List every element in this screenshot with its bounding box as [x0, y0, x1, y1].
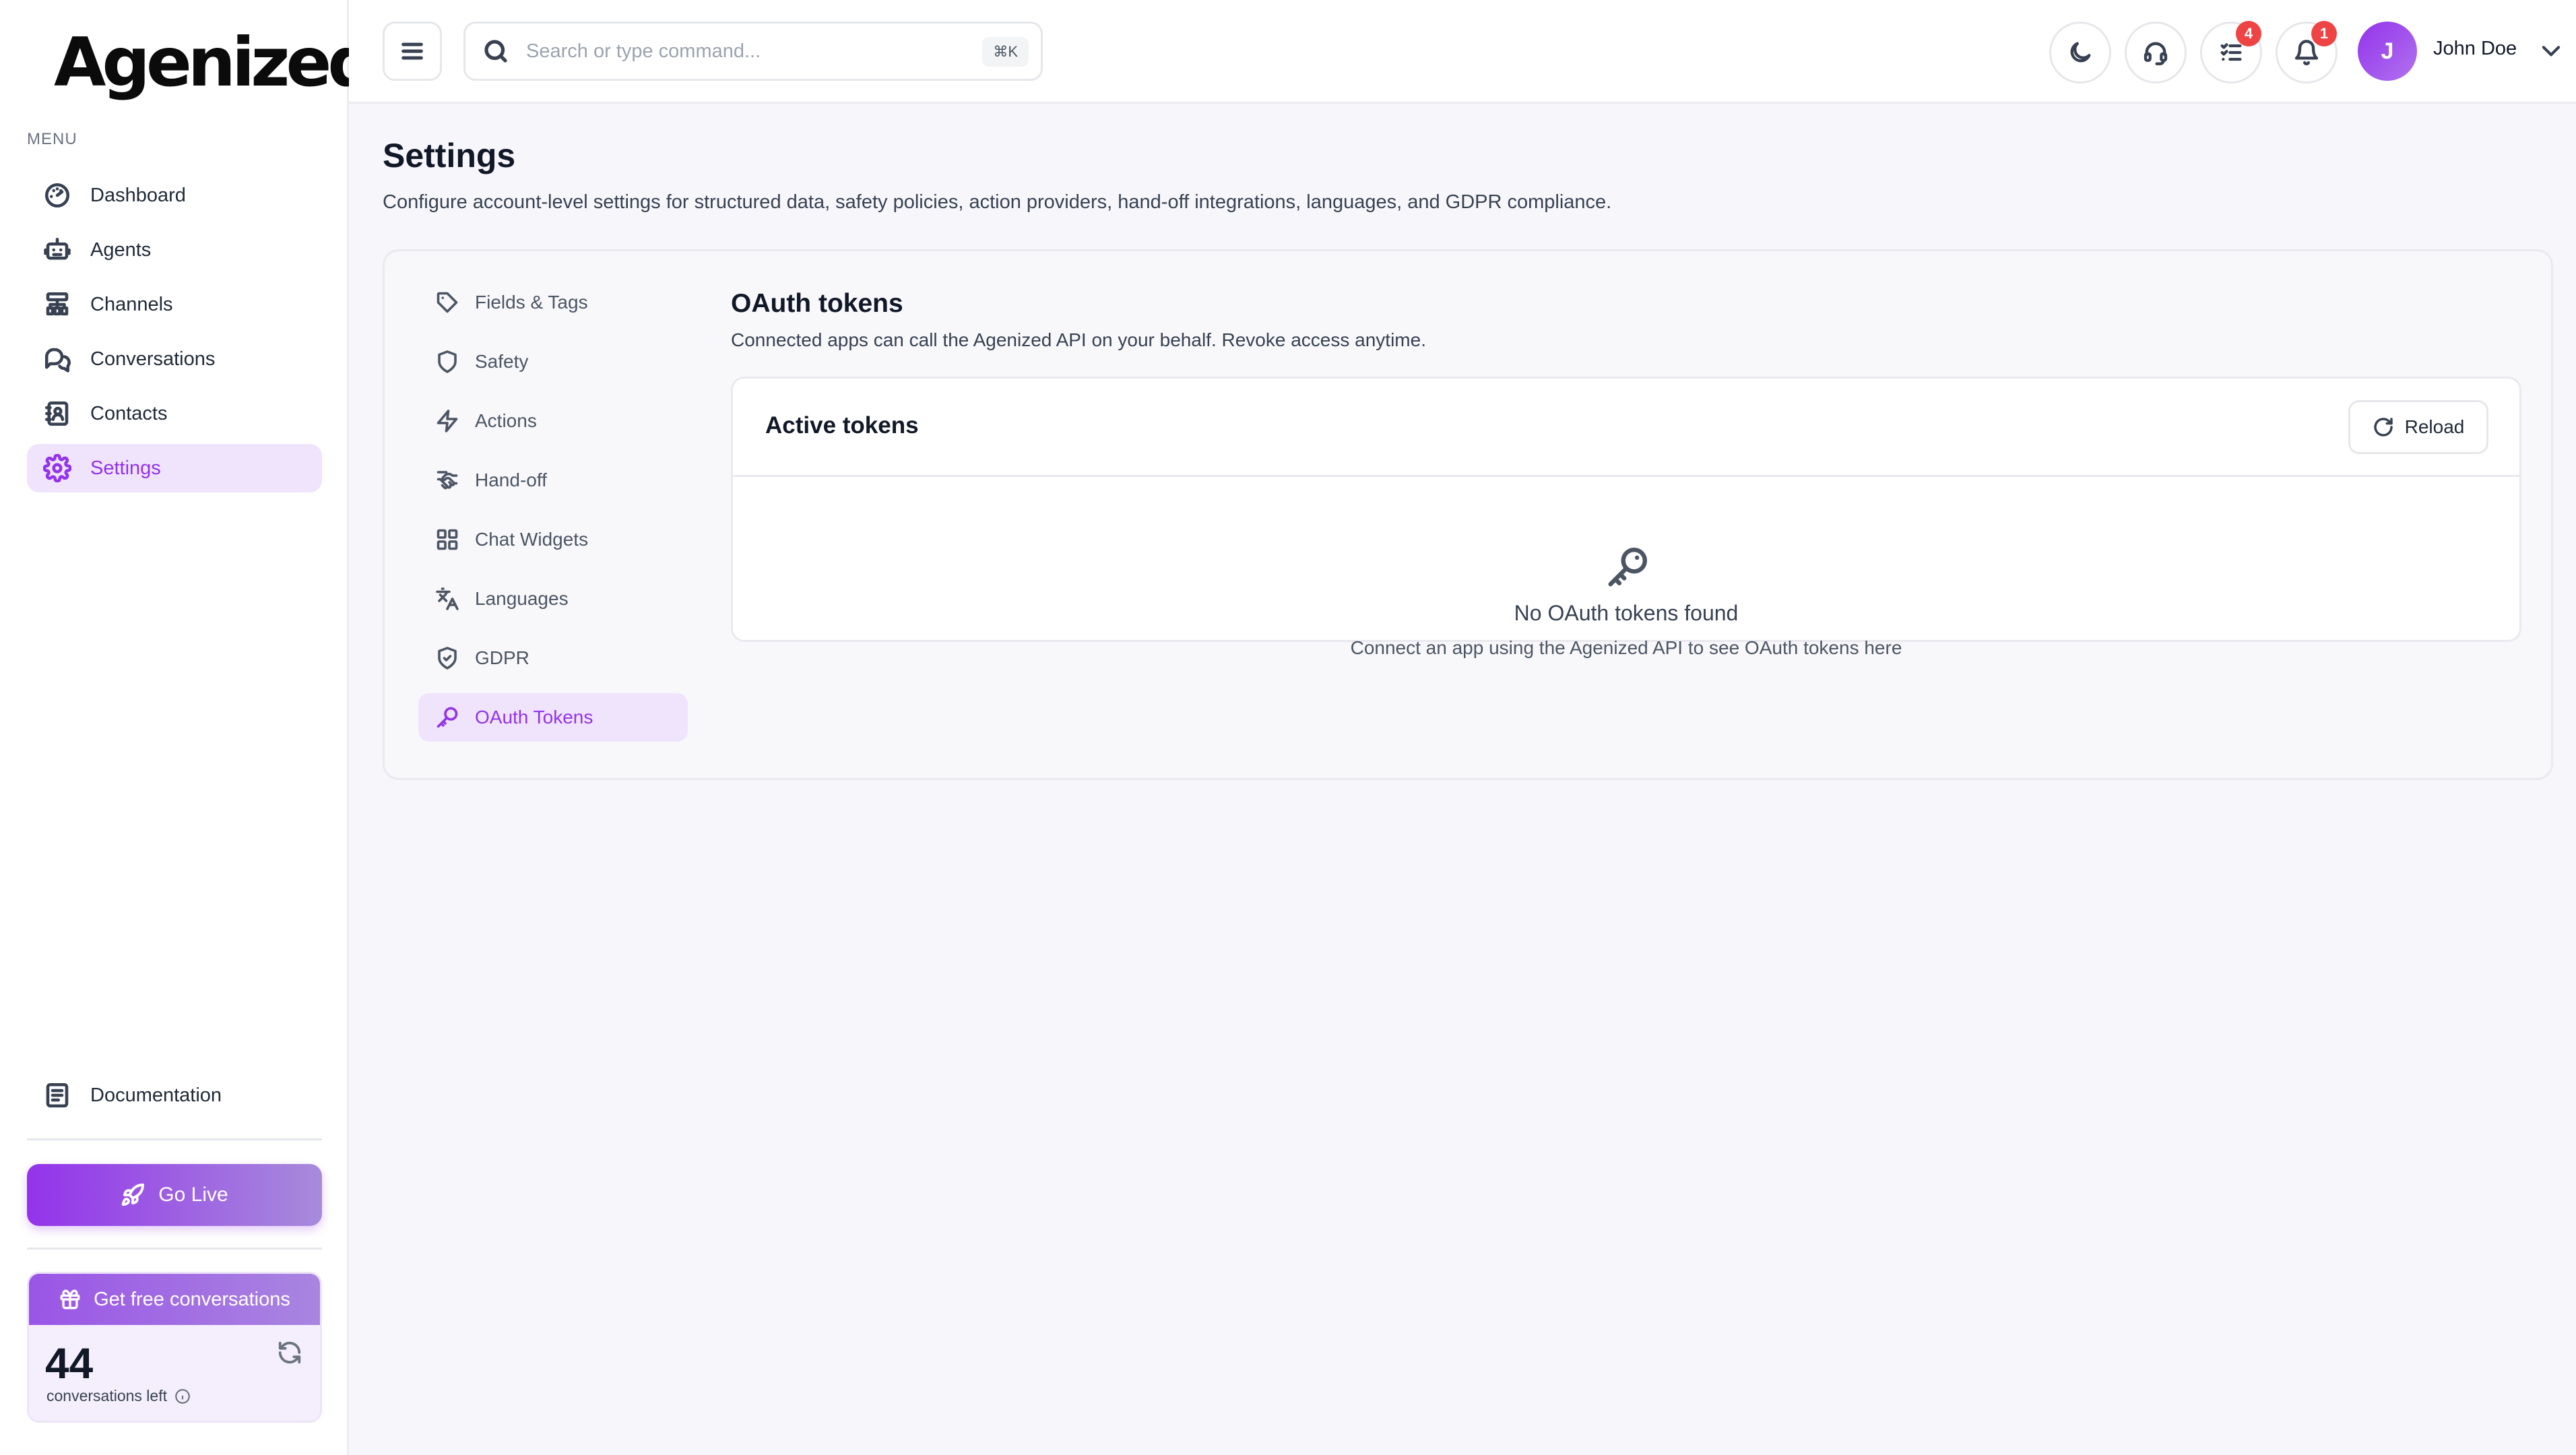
settings-tab-hand-off[interactable]: Hand-off	[418, 456, 688, 505]
settings-tab-label: Languages	[475, 588, 569, 609]
handshake-icon	[434, 467, 460, 493]
chat-bubbles-icon	[42, 344, 73, 375]
contact-book-icon	[42, 398, 73, 429]
conversations-left-label: conversations left	[46, 1387, 191, 1405]
settings-panel: Fields & Tags Safety Actions Hand-off Ch…	[383, 249, 2553, 780]
user-name[interactable]: John Doe	[2433, 38, 2517, 60]
search-input[interactable]	[526, 40, 957, 63]
settings-tab-label: Actions	[475, 410, 537, 431]
settings-tab-oauth-tokens[interactable]: OAuth Tokens	[418, 693, 688, 742]
sidebar: Agenized MENU Dashboard Agents Channels	[0, 0, 376, 1455]
free-conversations-card: Get free conversations 44 conversations …	[27, 1272, 322, 1423]
sidebar-item-label: Conversations	[90, 348, 216, 370]
sidebar-item-label: Channels	[90, 293, 173, 315]
empty-state-description: Connect an app using the Agenized API to…	[1350, 637, 1902, 658]
settings-tab-languages[interactable]: Languages	[418, 575, 688, 623]
sidebar-item-label: Documentation	[90, 1084, 222, 1106]
support-button[interactable]	[2125, 22, 2187, 84]
settings-tab-label: GDPR	[475, 647, 529, 668]
notifications-badge: 1	[2311, 21, 2337, 46]
headset-icon	[2144, 42, 2168, 65]
sidebar-item-agents[interactable]: Agents	[27, 226, 322, 274]
shield-check-icon	[434, 645, 460, 671]
go-live-button[interactable]: Go Live	[27, 1164, 322, 1226]
dark-mode-toggle[interactable]	[2049, 22, 2111, 84]
top-bar: ⌘K 4 1 J John Doe	[349, 0, 2576, 104]
settings-tab-label: Chat Widgets	[475, 529, 589, 550]
gear-icon	[42, 453, 73, 484]
app-window: Agenized MENU Dashboard Agents Channels	[0, 0, 2576, 1455]
brand-logo[interactable]: Agenized	[54, 26, 376, 100]
gift-icon	[60, 1289, 80, 1310]
active-tokens-card: Active tokens Reload No OAuth tokens fou…	[731, 377, 2521, 658]
robot-icon	[42, 234, 73, 265]
settings-nav: Fields & Tags Safety Actions Hand-off Ch…	[418, 278, 688, 752]
document-icon	[42, 1080, 73, 1111]
sidebar-item-documentation[interactable]: Documentation	[27, 1071, 322, 1120]
avatar[interactable]: J	[2358, 22, 2417, 81]
lightning-icon	[434, 408, 460, 434]
shortcut-hint: ⌘K	[982, 37, 1029, 67]
rocket-icon	[122, 1184, 145, 1206]
notifications-button[interactable]: 1	[2276, 21, 2338, 84]
widgets-grid-icon	[434, 527, 460, 552]
settings-tab-label: Safety	[475, 351, 529, 372]
hamburger-icon	[401, 42, 423, 60]
translate-icon	[434, 586, 460, 612]
info-icon[interactable]	[174, 1388, 191, 1405]
divider	[27, 1248, 322, 1250]
settings-tab-chat-widgets[interactable]: Chat Widgets	[418, 515, 688, 564]
sidebar-item-settings[interactable]: Settings	[27, 444, 322, 492]
page-description: Configure account-level settings for str…	[383, 191, 1612, 213]
conversations-count: 44	[45, 1339, 94, 1388]
search-bar: ⌘K	[463, 22, 1043, 81]
sidebar-item-dashboard[interactable]: Dashboard	[27, 171, 322, 220]
settings-tab-label: Hand-off	[475, 470, 547, 490]
sidebar-item-contacts[interactable]: Contacts	[27, 389, 322, 438]
conversations-left-text: conversations left	[46, 1387, 167, 1404]
moon-icon	[2070, 42, 2091, 63]
reload-icon	[2373, 418, 2393, 437]
user-menu-toggle[interactable]	[2538, 38, 2565, 65]
divider	[27, 1138, 322, 1140]
dashboard-gauge-icon	[42, 180, 73, 211]
empty-state-title: No OAuth tokens found	[1514, 601, 1739, 625]
sidebar-nav: Dashboard Agents Channels Conversations	[27, 171, 322, 498]
promo-header-label: Get free conversations	[94, 1288, 290, 1310]
sidebar-item-conversations[interactable]: Conversations	[27, 335, 322, 383]
key-icon	[434, 705, 460, 730]
refresh-count-button[interactable]	[277, 1340, 304, 1367]
card-title: Active tokens	[765, 412, 919, 439]
card-header: Active tokens Reload	[733, 379, 2519, 477]
shield-icon	[434, 349, 460, 375]
tasks-badge: 4	[2236, 21, 2261, 46]
go-live-label: Go Live	[158, 1184, 228, 1206]
key-icon	[1605, 543, 1652, 590]
chevron-down-icon	[2542, 46, 2561, 57]
section-title: OAuth tokens	[731, 289, 903, 318]
section-description: Connected apps can call the Agenized API…	[731, 329, 1426, 350]
settings-tab-actions[interactable]: Actions	[418, 397, 688, 445]
page-title: Settings	[383, 137, 516, 174]
reload-label: Reload	[2404, 416, 2465, 437]
tasks-button[interactable]: 4	[2200, 21, 2262, 84]
sidebar-item-label: Agents	[90, 238, 152, 261]
settings-tab-label: OAuth Tokens	[475, 707, 593, 728]
sidebar-item-label: Settings	[90, 457, 161, 479]
sidebar-item-label: Dashboard	[90, 184, 186, 206]
sitemap-icon	[42, 289, 73, 320]
settings-tab-fields-tags[interactable]: Fields & Tags	[418, 278, 688, 327]
menu-label: MENU	[27, 130, 77, 148]
menu-toggle-button[interactable]	[383, 22, 442, 81]
sidebar-item-label: Contacts	[90, 402, 168, 424]
settings-tab-safety[interactable]: Safety	[418, 337, 688, 386]
settings-tab-label: Fields & Tags	[475, 292, 588, 313]
settings-tab-gdpr[interactable]: GDPR	[418, 634, 688, 682]
refresh-icon	[278, 1341, 301, 1364]
reload-button[interactable]: Reload	[2348, 400, 2488, 454]
sidebar-item-channels[interactable]: Channels	[27, 280, 322, 329]
tag-icon	[434, 290, 460, 315]
search-icon	[484, 40, 507, 63]
get-free-conversations-button[interactable]: Get free conversations	[29, 1274, 320, 1325]
